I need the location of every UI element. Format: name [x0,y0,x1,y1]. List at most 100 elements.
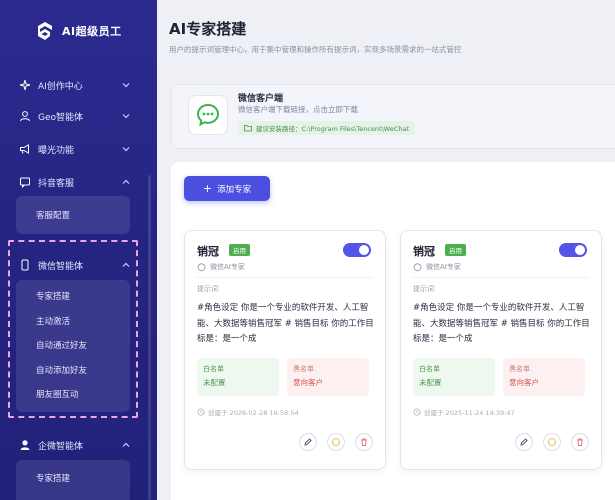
whitelist-label: 白名单 [203,365,224,373]
status-badge: 启用 [229,244,250,256]
enable-toggle[interactable] [343,243,371,257]
add-expert-button[interactable]: + 添加专家 [184,176,270,201]
whitelist-box[interactable]: 白名单 未配置 [197,358,279,396]
blacklist-label: 黑名单 [293,365,314,373]
nav-item-ai-creation[interactable]: AI创作中心 [0,72,145,98]
sub-item-cs-config[interactable]: 客服配置 [16,203,130,228]
expert-card[interactable]: 销冠 启用 微信AI专家 提示词 #角色设定 你是一个专业的软件开发、人工智能、… [400,230,602,470]
card-type: 微信AI专家 [197,262,245,272]
nav-item-wework-agent[interactable]: 企微智能体 [0,432,145,458]
divider [413,277,589,278]
edit-icon [520,438,528,446]
logo-icon [34,20,56,42]
chevron-up-icon [122,262,130,267]
chat-bubble-icon [413,262,422,271]
whitelist-box[interactable]: 白名单 未配置 [413,358,495,396]
logo-text: AI超级员工 [62,25,122,38]
install-path-chip: 建议安装路径：C:\Program Files\Tencent\WeChat [238,121,416,135]
sub-item-activate[interactable]: 主动激活 [16,309,130,334]
card-title: 销冠 [413,245,435,258]
divider [197,277,373,278]
trash-icon [361,438,367,446]
plus-icon: + [202,182,213,195]
card-type-label: 微信AI专家 [210,263,245,271]
prompt-text: #角色设定 你是一个专业的软件开发、人工智能、大数据等销售冠军 # 销售目标 你… [197,303,374,344]
prompt-label: 提示词 [197,285,218,293]
delete-button[interactable] [355,433,373,451]
nav-label: 抖音客服 [38,178,75,189]
enable-toggle[interactable] [559,243,587,257]
chevron-down-icon [122,147,130,152]
sidebar-scrollbar[interactable] [148,175,151,500]
chat-icon [332,438,340,446]
install-path-text: 建议安装路径：C:\Program Files\Tencent\WeChat [256,125,410,133]
status-badge: 启用 [445,244,466,256]
phone-icon [18,258,32,272]
page-title: AI专家搭建 [169,20,247,38]
prompt-text: #角色设定 你是一个专业的软件开发、人工智能、大数据等销售冠军 # 销售目标 你… [413,303,590,344]
nav-item-exposure[interactable]: 曝光功能 [0,136,145,162]
sub-item-auto-add[interactable]: 自动添加好友 [16,358,130,383]
created-text: 创建于 2025-11-24 14:39:47 [424,409,515,417]
chat-bubble-icon [197,262,206,271]
chevron-down-icon [122,83,130,88]
sub-item-wework-expert-build[interactable]: 专家搭建 [16,466,130,491]
card-type: 微信AI专家 [413,262,461,272]
prompt-label: 提示词 [413,285,434,293]
douyin-submenu: 客服配置 [16,196,130,234]
card-type-label: 微信AI专家 [426,263,461,271]
sub-item-moments[interactable]: 朋友圈互动 [16,382,130,407]
expert-card[interactable]: 销冠 启用 微信AI专家 提示词 #角色设定 你是一个专业的软件开发、人工智能、… [184,230,386,470]
clock-icon [197,408,205,416]
megaphone-icon [18,142,32,156]
nav-label: AI创作中心 [38,81,83,92]
user-icon [18,109,32,123]
wechat-client-card[interactable]: 微信客户端 微信客户端下载链接，点击立即下载 建议安装路径：C:\Program… [171,84,615,149]
wechat-submenu: 专家搭建 主动激活 自动通过好友 自动添加好友 朋友圈互动 [16,280,130,412]
card-title: 销冠 [197,245,219,258]
wechat-icon [188,95,228,135]
blacklist-box[interactable]: 黑名单 意向客户 [503,358,585,396]
chevron-up-icon [122,442,130,447]
whitelist-label: 白名单 [419,365,440,373]
created-time: 创建于 2026-02-28 16:58:54 [197,407,299,417]
nav-item-wechat-agent[interactable]: 微信智能体 [0,252,145,278]
clock-icon [413,408,421,416]
folder-icon [244,125,252,132]
card-actions [299,433,373,451]
created-text: 创建于 2026-02-28 16:58:54 [208,409,299,417]
whitelist-value: 未配置 [419,378,442,387]
chat-icon [18,175,32,189]
delete-button[interactable] [571,433,589,451]
whitelist-value: 未配置 [203,378,226,387]
chat-button[interactable] [327,433,345,451]
chevron-down-icon [122,114,130,119]
sidebar: AI超级员工 AI创作中心 Geo智能体 曝光功能 抖音客服 客服配置 微信智能… [0,0,157,500]
expert-list-panel: + 添加专家 销冠 启用 微信AI专家 提示词 #角色设定 你是一个专业的软件开… [171,162,615,500]
page-subtitle: 用户的提示词管理中心，用于集中管理和操作所有提示词，实现多场景需求的一站式管控 [169,45,462,54]
nav-item-douyin[interactable]: 抖音客服 [0,169,145,195]
blacklist-box[interactable]: 黑名单 意向客户 [287,358,369,396]
nav-label: Geo智能体 [38,112,84,123]
logo[interactable]: AI超级员工 [34,20,122,42]
blacklist-value: 意向客户 [293,378,323,387]
client-title: 微信客户端 [238,94,284,104]
edit-button[interactable] [515,433,533,451]
trash-icon [577,438,583,446]
card-actions [515,433,589,451]
chat-button[interactable] [543,433,561,451]
nav-label: 曝光功能 [38,145,75,156]
sub-item-expert-build[interactable]: 专家搭建 [16,284,130,309]
client-download-link[interactable]: 微信客户端下载链接，点击立即下载 [238,104,358,115]
nav-label: 企微智能体 [38,441,84,452]
created-time: 创建于 2025-11-24 14:39:47 [413,407,515,417]
nav-item-geo[interactable]: Geo智能体 [0,103,145,129]
sparkle-icon [18,78,32,92]
wework-submenu: 专家搭建 [16,460,130,500]
add-expert-label: 添加专家 [217,184,252,195]
edit-button[interactable] [299,433,317,451]
nav-label: 微信智能体 [38,261,84,272]
sub-item-auto-accept[interactable]: 自动通过好友 [16,333,130,358]
chevron-up-icon [122,179,130,184]
blacklist-value: 意向客户 [509,378,539,387]
